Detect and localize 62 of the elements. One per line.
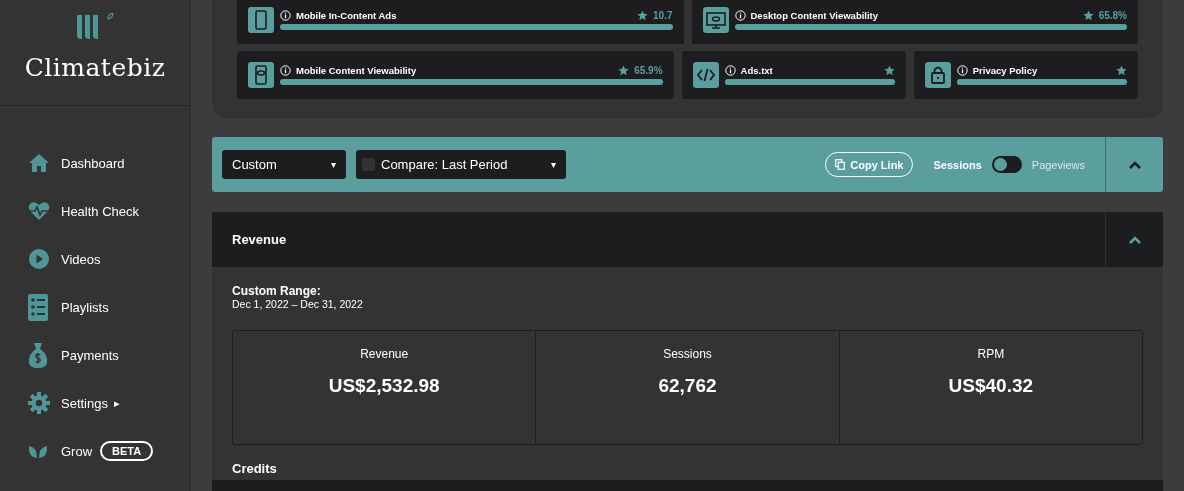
settings-icon [28,392,50,414]
sidebar-item[interactable]: Dashboard [0,139,190,187]
logo-icon [75,13,115,41]
sidebar-item[interactable]: Health Check [0,187,190,235]
info-icon[interactable] [724,65,736,76]
date-range-dropdown[interactable]: Custom ▾ [222,150,346,179]
star-icon [618,65,630,76]
phone-icon [248,7,274,33]
score-value: 65.8% [1098,10,1127,21]
score-value: 65.9% [634,65,663,76]
info-icon[interactable] [280,10,291,21]
star-icon [1116,65,1127,76]
range-dates: Dec 1, 2022 – Dec 31, 2022 [232,298,364,310]
code-icon [692,62,719,88]
health-card-title: Mobile In-Content Ads [296,10,398,21]
play-icon [28,248,50,270]
star-icon [637,10,649,21]
health-card[interactable]: Privacy Policy [913,51,1138,99]
health-card-title: Privacy Policy [972,65,1039,76]
health-card-title: Mobile Content Viewability [296,65,418,76]
section-title: Credits [232,461,278,476]
checklist-icon [28,293,48,321]
health-card[interactable]: Ads.txt [681,51,906,99]
brand-name: Climatebiz [24,53,166,82]
copy-icon [835,159,846,170]
info-icon[interactable] [956,65,968,76]
toggle-label: Pageviews [1031,158,1085,171]
heartbeat-icon [28,201,50,221]
home-icon [28,153,50,173]
toggle-label: Sessions [933,158,982,171]
range-label: Custom Range: [232,284,322,298]
stat-value: US$40.32 [948,375,1034,397]
health-card-title: Desktop Content Viewability [750,10,880,21]
stat-label: RPM [977,347,1005,361]
star-icon [883,65,895,76]
health-card[interactable]: Mobile Content Viewability 65.9% [237,51,674,99]
stat-label: Sessions [663,347,712,361]
health-card[interactable]: Desktop Content Viewability 65.8% [691,0,1138,44]
lock-icon [924,62,951,88]
beta-badge: BETA [100,441,154,461]
caret-icon: ▸ [114,396,120,410]
health-card-title: Ads.txt [740,65,774,76]
sidebar-item[interactable]: Playlists [0,283,190,331]
section-title: Revenue [232,232,287,247]
sidebar-item[interactable]: Grow BETA [0,427,190,475]
sidebar-item[interactable]: Settings ▸ [0,379,190,427]
stat-value: 62,762 [658,375,717,397]
metric-toggle[interactable] [991,156,1022,173]
compare-dropdown[interactable]: Compare: Last Period ▾ [356,150,566,179]
star-icon [1082,10,1094,21]
stat-label: Revenue [360,347,409,361]
leaf-icon [28,443,48,459]
sidebar-item[interactable]: Payments [0,331,190,379]
monitor-icon [702,7,729,33]
phone-eye-icon [248,62,274,88]
money-bag-icon [28,342,48,368]
health-card[interactable]: Mobile In-Content Ads 10.7 [237,0,684,44]
info-icon[interactable] [734,10,746,21]
score-value: 10.7 [653,10,673,21]
stat-value: US$2,532.98 [328,375,440,397]
sidebar-item[interactable]: Videos [0,235,190,283]
info-icon[interactable] [280,65,291,76]
